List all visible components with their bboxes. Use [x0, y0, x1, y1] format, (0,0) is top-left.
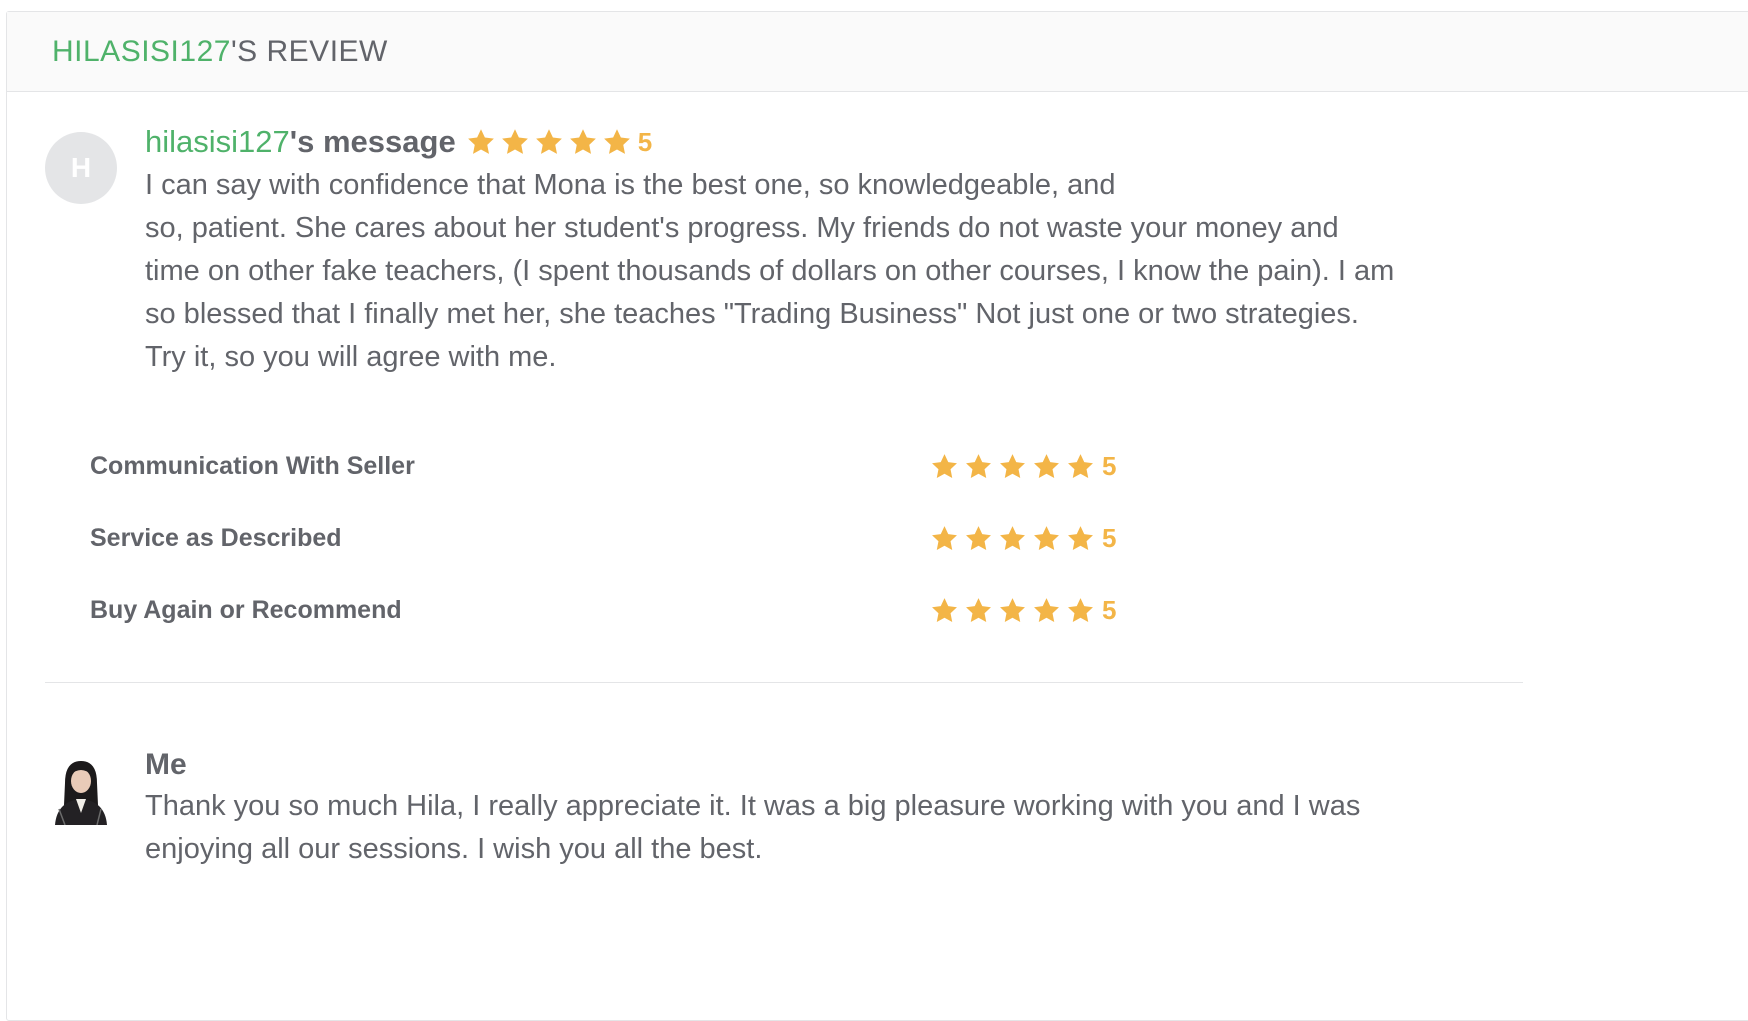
seller-name: Me [145, 748, 187, 781]
star-icon [930, 524, 959, 553]
star-icon [998, 596, 1027, 625]
star-icon [1066, 524, 1095, 553]
buyer-avatar[interactable]: H [45, 132, 117, 204]
message-line: so blessed that I finally met her, she t… [145, 298, 1359, 330]
buyer-username-link[interactable]: hilasisi127 [145, 124, 290, 160]
buyer-message: hilasisi127's message 5 I can say with c… [145, 120, 1565, 379]
star-icon [534, 127, 564, 157]
message-line: I can say with confidence that Mona is t… [145, 169, 1116, 201]
seller-reply-content: Me Thank you so much Hila, I really appr… [145, 745, 1565, 871]
message-line: so, patient. She cares about her student… [145, 212, 1339, 244]
star-icon [964, 452, 993, 481]
rating-label: Communication With Seller [90, 451, 415, 480]
star-icon [602, 127, 632, 157]
reply-line: Thank you so much Hila, I really appreci… [145, 790, 1361, 822]
message-body: I can say with confidence that Mona is t… [145, 164, 1505, 379]
seller-reply-body: Thank you so much Hila, I really appreci… [145, 785, 1475, 871]
star-icon [1032, 524, 1061, 553]
header-username[interactable]: HILASISI127 [52, 35, 231, 69]
overall-rating-score: 5 [637, 126, 653, 157]
section-divider [45, 682, 1523, 683]
rating-row-recommend: Buy Again or Recommend 5 [90, 574, 1190, 646]
message-title: hilasisi127's message 5 [145, 120, 1565, 164]
seller-avatar[interactable] [51, 753, 111, 825]
rating-stars: 5 [930, 595, 1116, 626]
rating-stars: 5 [930, 451, 1116, 482]
message-line: time on other fake teachers, (I spent th… [145, 255, 1395, 287]
header-suffix: 'S REVIEW [230, 34, 388, 68]
rating-label: Service as Described [90, 523, 342, 552]
star-icon [964, 596, 993, 625]
message-title-suffix: 's message [289, 124, 456, 159]
star-icon [964, 524, 993, 553]
star-icon [1032, 452, 1061, 481]
rating-label: Buy Again or Recommend [90, 595, 402, 624]
message-line: Try it, so you will agree with me. [145, 341, 557, 373]
rating-score: 5 [1102, 522, 1117, 553]
avatar-letter: H [70, 152, 92, 183]
star-icon [930, 452, 959, 481]
star-icon [466, 127, 496, 157]
star-icon [930, 596, 959, 625]
star-icon [998, 452, 1027, 481]
star-icon [568, 127, 598, 157]
rating-row-service: Service as Described 5 [90, 502, 1190, 574]
rating-breakdown: Communication With Seller 5 Service as D… [90, 430, 1190, 646]
rating-stars: 5 [930, 523, 1116, 554]
star-icon [998, 524, 1027, 553]
review-header: HILASISI127 'S REVIEW [7, 12, 1748, 92]
rating-row-communication: Communication With Seller 5 [90, 430, 1190, 502]
rating-score: 5 [1102, 450, 1117, 481]
overall-rating-stars: 5 [466, 127, 652, 158]
star-icon [1032, 596, 1061, 625]
profile-photo-icon [51, 753, 111, 825]
star-icon [1066, 596, 1095, 625]
reply-line: enjoying all our sessions. I wish you al… [145, 833, 763, 865]
star-icon [1066, 452, 1095, 481]
rating-score: 5 [1102, 594, 1117, 625]
star-icon [500, 127, 530, 157]
